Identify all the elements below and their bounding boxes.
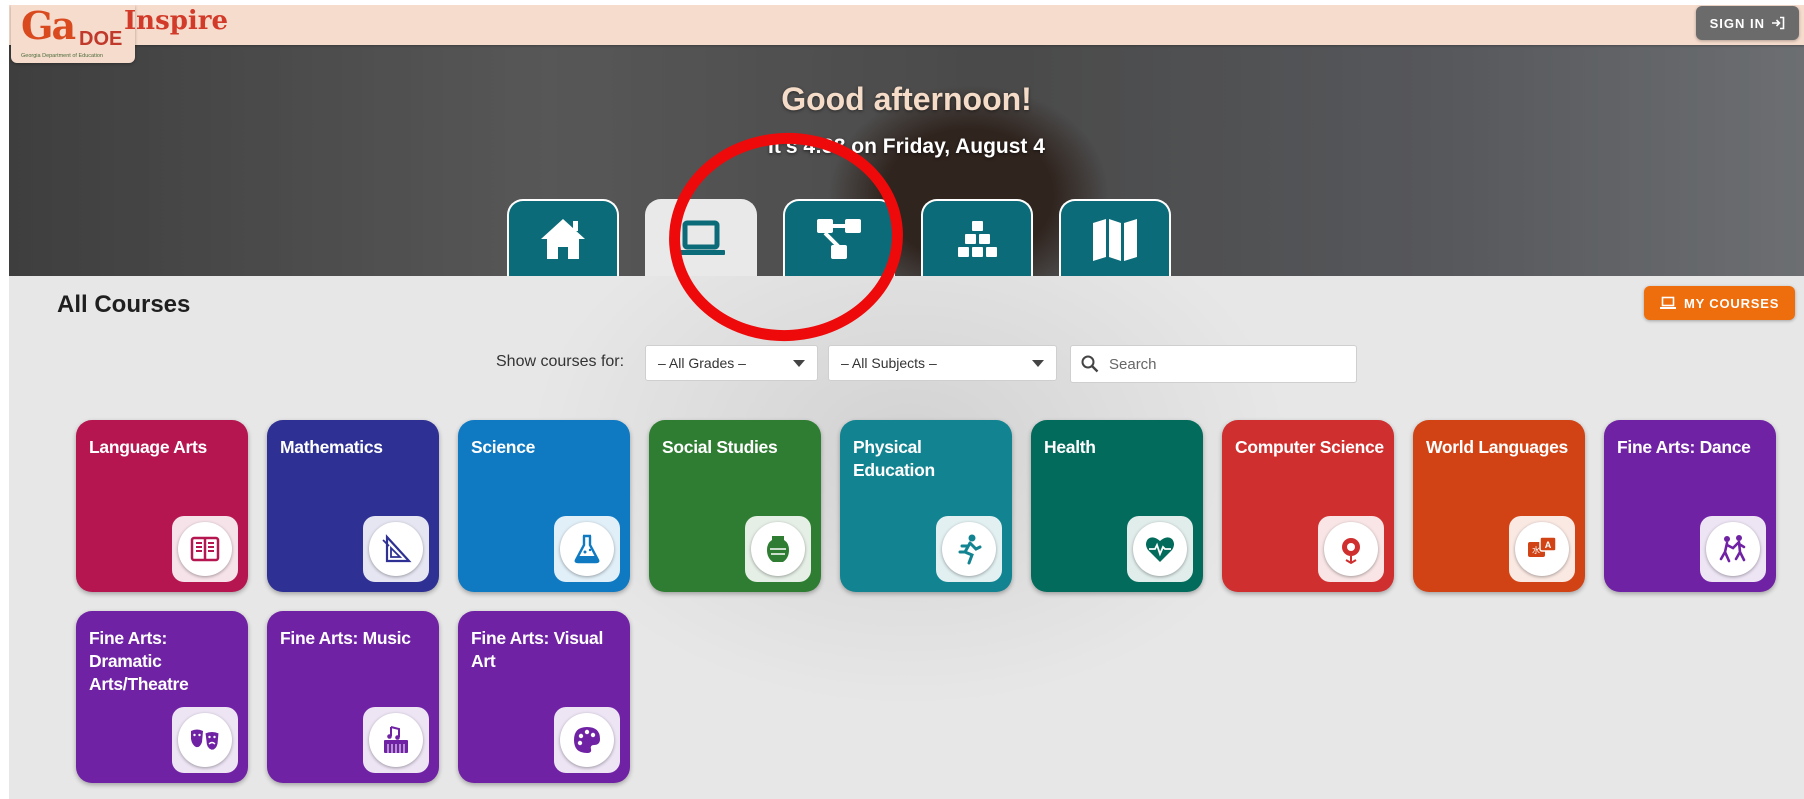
tab-home[interactable] — [507, 199, 619, 277]
app-title: Inspire — [124, 6, 228, 36]
palette-icon — [574, 727, 600, 753]
logo-doe: DOE — [79, 28, 123, 50]
flask-icon — [574, 534, 600, 564]
section-title: All Courses — [57, 291, 191, 318]
grades-select-value: – All Grades – — [658, 355, 746, 371]
course-card-mathematics[interactable]: Mathematics — [267, 420, 439, 592]
logo-ga: Ga — [21, 5, 76, 48]
laptop-icon — [1660, 296, 1676, 309]
blocks-icon — [958, 221, 997, 257]
subjects-select-value: – All Subjects – — [841, 355, 937, 371]
sign-in-button[interactable]: SIGN IN — [1695, 6, 1799, 40]
chevron-down-icon — [793, 359, 805, 367]
course-title: Mathematics — [280, 437, 383, 457]
theatre-masks-icon — [191, 729, 220, 751]
course-title: Fine Arts: Dramatic Arts/Theatre — [89, 628, 189, 694]
course-title: Computer Science — [1235, 437, 1384, 457]
my-courses-button[interactable]: MY COURSES — [1644, 286, 1796, 320]
course-card-fine-arts-dance[interactable]: Fine Arts: Dance — [1604, 420, 1776, 592]
course-title: Science — [471, 437, 536, 457]
course-title: Physical Education — [853, 437, 935, 480]
course-card-computer-science[interactable]: Computer Science — [1222, 420, 1394, 592]
course-title: Fine Arts: Visual Art — [471, 628, 604, 671]
svg-text:A: A — [1545, 540, 1552, 550]
course-card-health[interactable]: Health — [1031, 420, 1203, 592]
logo-subtitle: Georgia Department of Education — [21, 53, 103, 59]
search-input[interactable] — [1107, 354, 1341, 374]
current-datetime: It's 4:38 on Friday, August 4 — [768, 135, 1045, 158]
book-icon — [190, 536, 220, 562]
tab-resources[interactable] — [921, 199, 1033, 277]
page: Ga DOE Georgia Department of Education I… — [9, 5, 1804, 799]
gadoe-logo[interactable]: Ga DOE Georgia Department of Education — [11, 5, 135, 63]
course-title: Language Arts — [89, 437, 207, 457]
greeting: Good afternoon! — [781, 81, 1032, 117]
sign-in-label: SIGN IN — [1709, 15, 1765, 31]
svg-text:水: 水 — [1532, 545, 1540, 555]
course-title: Health — [1044, 437, 1096, 457]
grades-select[interactable]: – All Grades – — [645, 345, 818, 381]
filter-label: Show courses for: — [496, 353, 625, 370]
heart-pulse-icon — [1146, 537, 1174, 562]
course-title: Fine Arts: Dance — [1617, 437, 1751, 457]
circuit-flower-icon — [1342, 538, 1360, 565]
course-card-fine-arts-music[interactable]: Fine Arts: Music — [267, 611, 439, 783]
music-keyboard-icon — [384, 726, 408, 753]
course-title: Social Studies — [662, 437, 778, 457]
course-card-social-studies[interactable]: Social Studies — [649, 420, 821, 592]
course-card-world-languages[interactable]: World Languages A 水 — [1413, 420, 1585, 592]
top-bar: Ga DOE Georgia Department of Education I… — [9, 5, 1804, 63]
course-card-physical-education[interactable]: Physical Education — [840, 420, 1012, 592]
dancers-icon — [1719, 535, 1746, 563]
search-box — [1070, 345, 1357, 383]
home-icon — [541, 219, 585, 259]
sign-in-icon — [1772, 16, 1785, 30]
tab-map[interactable] — [1059, 199, 1171, 277]
course-title: World Languages — [1426, 437, 1568, 457]
course-card-fine-arts-theatre[interactable]: Fine Arts: Dramatic Arts/Theatre — [76, 611, 248, 783]
vase-icon — [767, 536, 789, 562]
hero-banner: Good afternoon! It's 4:38 on Friday, Aug… — [9, 45, 1804, 277]
course-card-science[interactable]: Science — [458, 420, 630, 592]
translate-icon: A 水 — [1528, 536, 1557, 557]
my-courses-label: MY COURSES — [1684, 295, 1780, 311]
chevron-down-icon — [1032, 359, 1044, 367]
search-icon — [1081, 355, 1099, 373]
runner-icon — [958, 534, 982, 565]
subjects-select[interactable]: – All Subjects – — [828, 345, 1057, 381]
map-icon — [1093, 219, 1137, 261]
course-card-fine-arts-visual-art[interactable]: Fine Arts: Visual Art — [458, 611, 630, 783]
course-title: Fine Arts: Music — [280, 628, 411, 648]
protractor-icon — [382, 534, 412, 563]
course-card-language-arts[interactable]: Language Arts — [76, 420, 248, 592]
